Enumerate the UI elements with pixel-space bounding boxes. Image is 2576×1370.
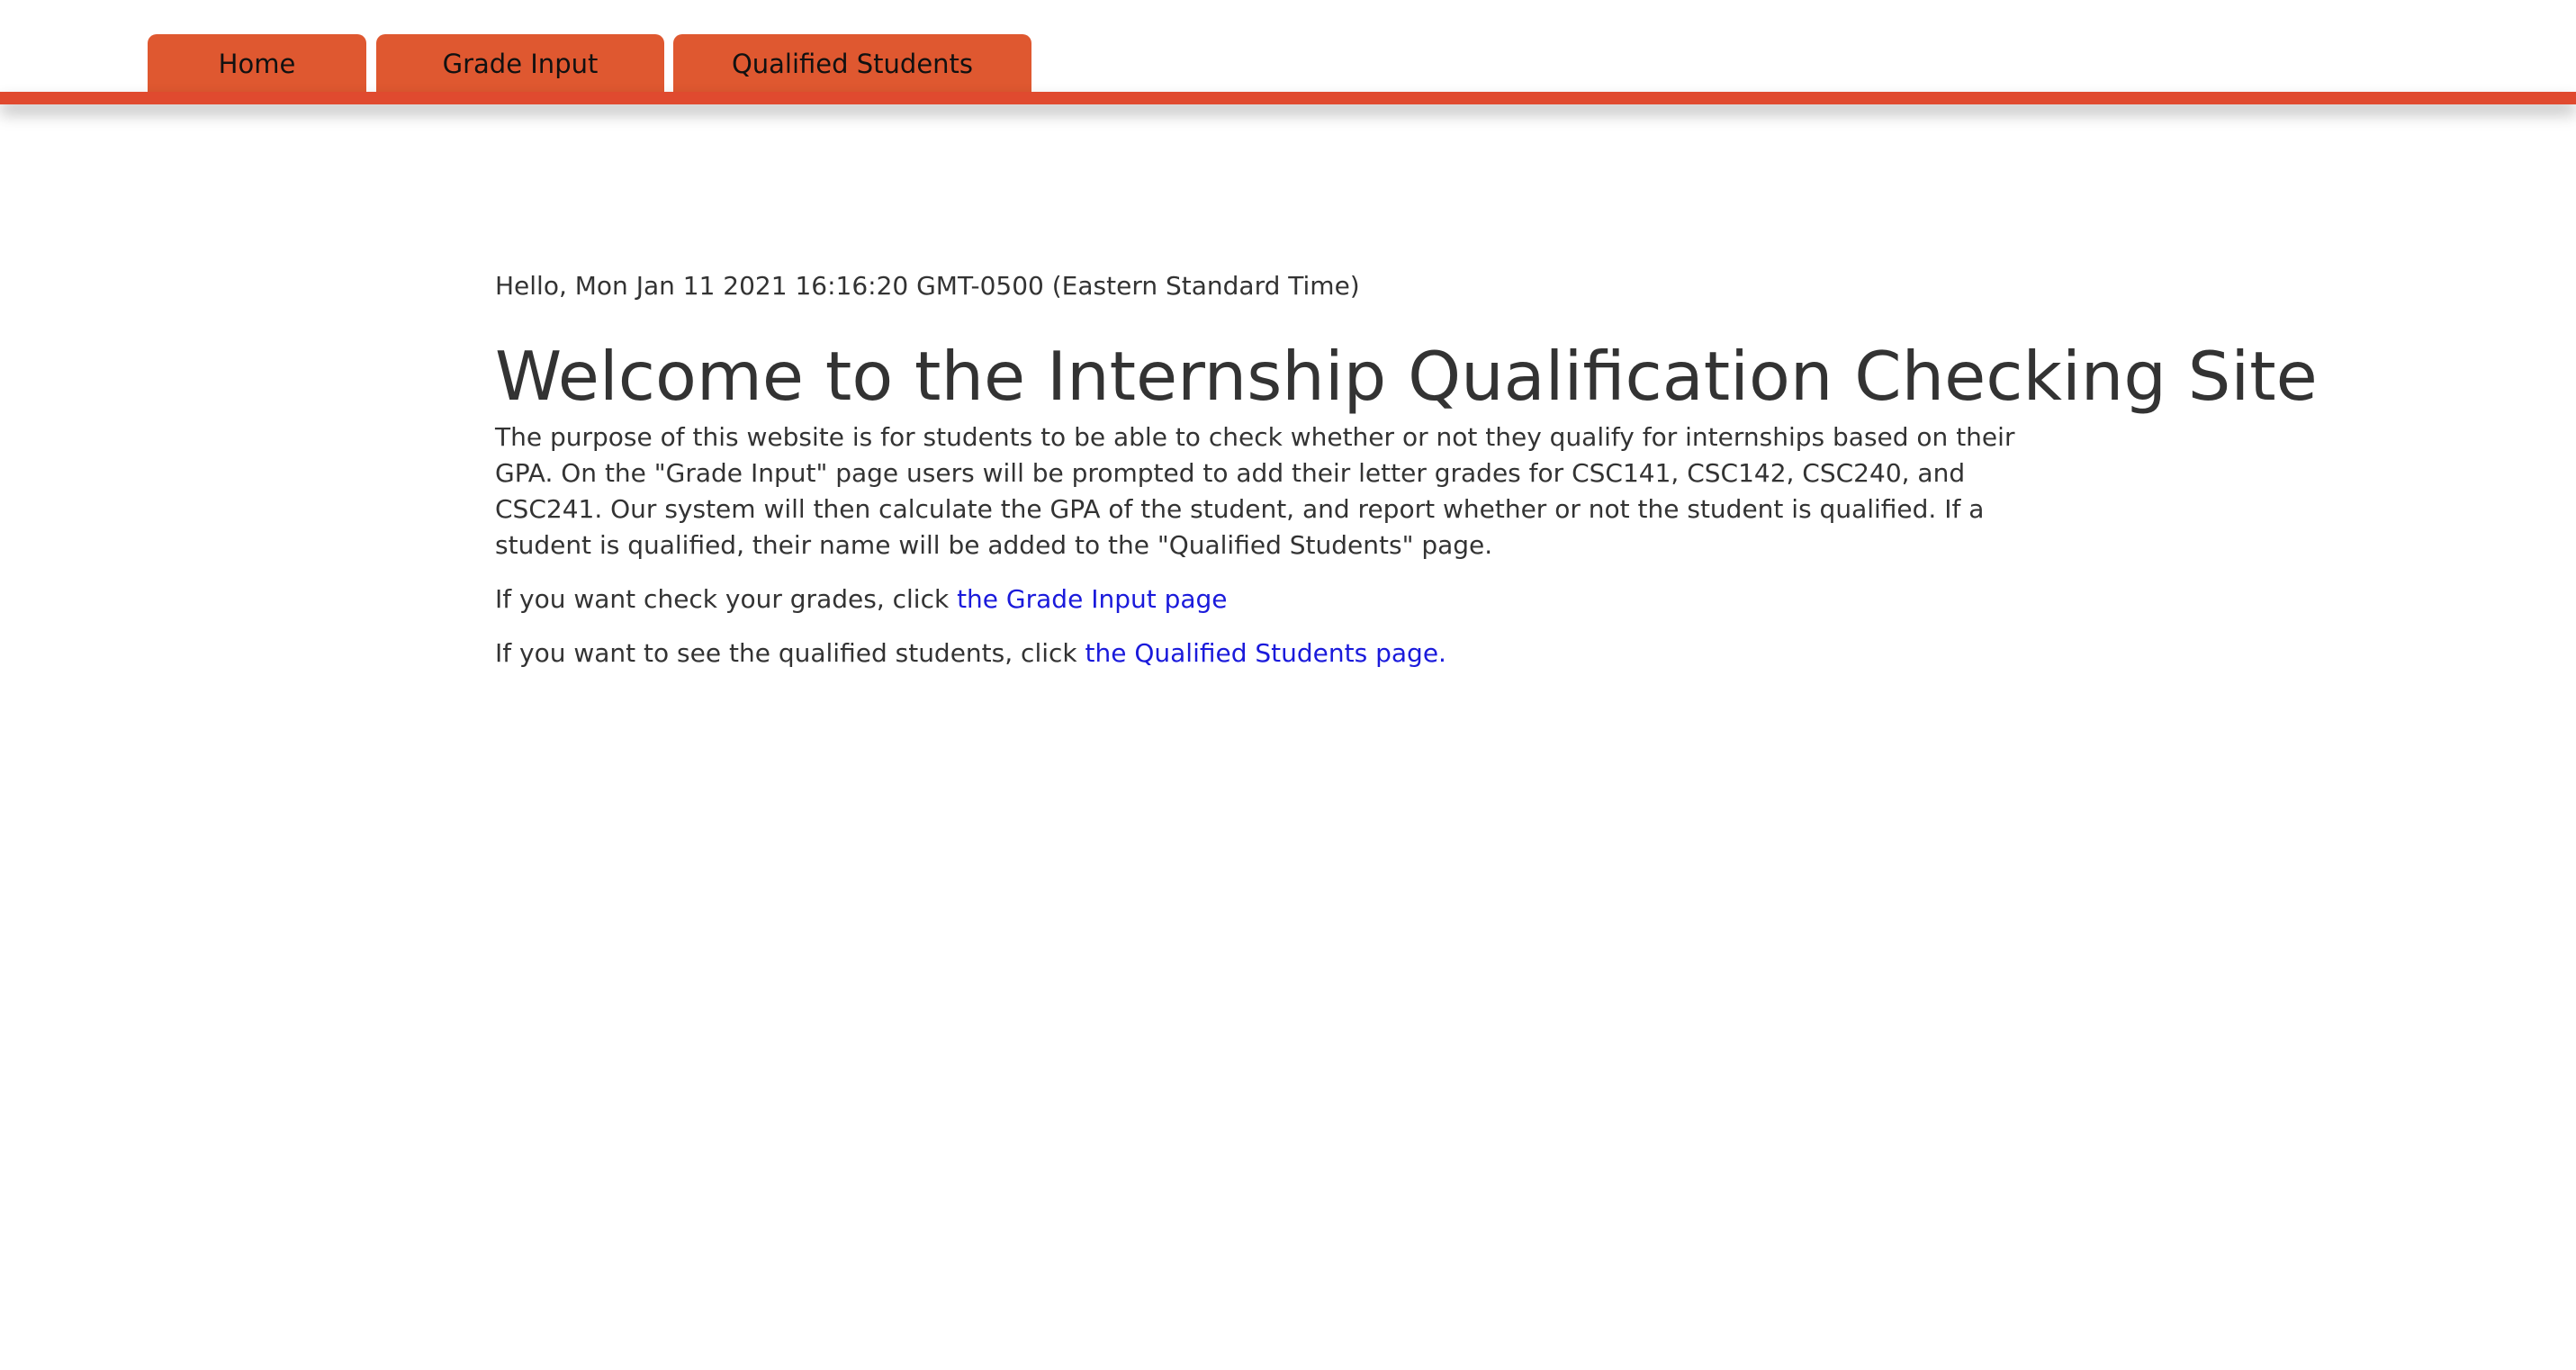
- nav-divider: [0, 92, 2576, 104]
- page: Home Grade Input Qualified Students Hell…: [0, 0, 2576, 1370]
- header: Home Grade Input Qualified Students: [0, 0, 2576, 104]
- greeting-text: Hello, Mon Jan 11 2021 16:16:20 GMT-0500…: [495, 271, 1360, 301]
- qualified-students-line: If you want to see the qualified student…: [495, 635, 2070, 671]
- grade-input-prefix: If you want check your grades, click: [495, 584, 958, 614]
- page-title: Welcome to the Internship Qualification …: [495, 337, 2318, 416]
- purpose-text: The purpose of this website is for stude…: [495, 422, 2015, 560]
- tab-grade-input[interactable]: Grade Input: [376, 34, 664, 94]
- tab-qualified-students[interactable]: Qualified Students: [673, 34, 1031, 94]
- grade-input-line: If you want check your grades, click the…: [495, 581, 2070, 617]
- main-content: Hello, Mon Jan 11 2021 16:16:20 GMT-0500…: [495, 266, 2318, 690]
- tab-home[interactable]: Home: [148, 34, 366, 94]
- grade-input-link[interactable]: the Grade Input page: [957, 584, 1227, 614]
- qualified-students-prefix: If you want to see the qualified student…: [495, 638, 1085, 668]
- qualified-students-link[interactable]: the Qualified Students page.: [1085, 638, 1446, 668]
